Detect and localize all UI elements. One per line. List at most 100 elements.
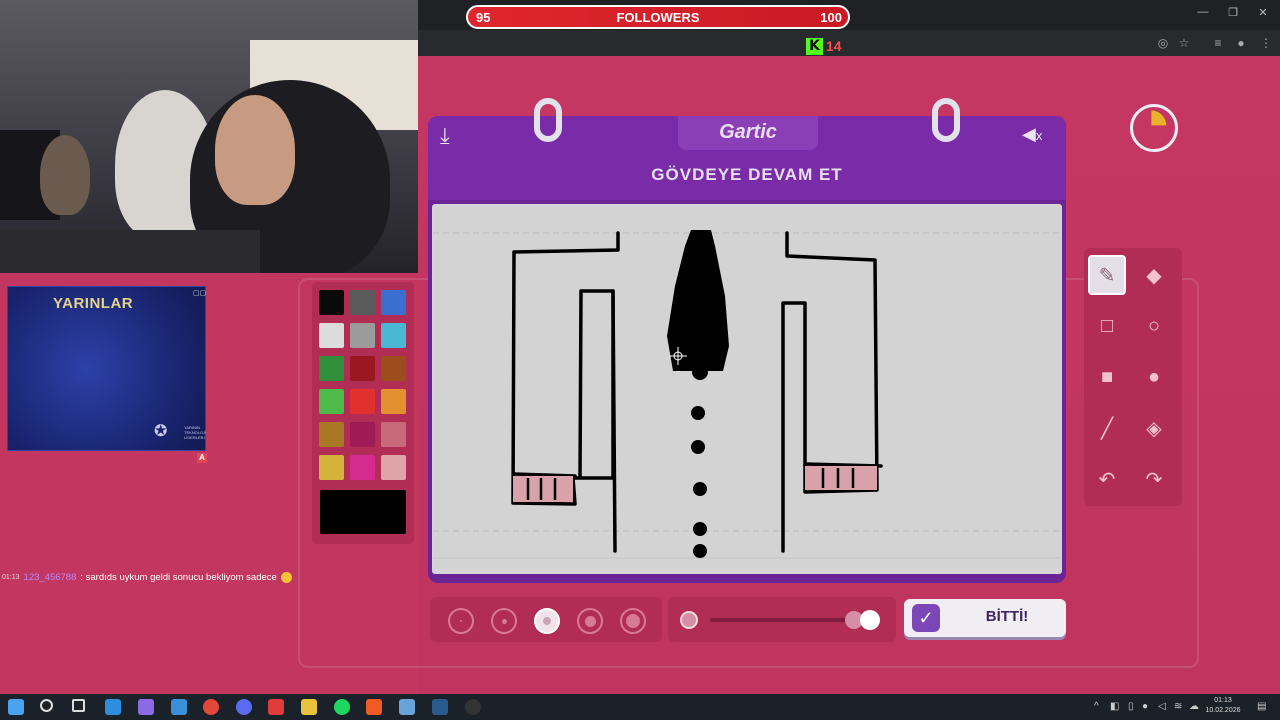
followers-goal-bar: 95 FOLLOWERS 100 — [466, 5, 850, 29]
color-swatch[interactable] — [381, 356, 406, 381]
followers-label: FOLLOWERS — [616, 10, 700, 25]
drawn-button-3 — [691, 440, 705, 454]
color-swatch[interactable] — [350, 290, 375, 315]
mute-icon[interactable]: ◀x — [1022, 124, 1042, 145]
done-button-label: BİTTİ! — [985, 608, 1029, 625]
chat-time: 01:13 — [2, 574, 20, 581]
edge-icon[interactable] — [105, 699, 121, 715]
spotify-icon[interactable] — [334, 699, 350, 715]
chrome-icon[interactable] — [203, 699, 219, 715]
line-icon[interactable]: ╱ — [1088, 408, 1126, 448]
brush-size-option[interactable] — [620, 608, 646, 634]
drawn-stroke-left-sleeve — [511, 231, 620, 506]
mute-x: x — [1035, 128, 1043, 143]
network-app-icon[interactable] — [399, 699, 415, 715]
chevron-up-icon[interactable]: ^ — [1094, 701, 1099, 712]
drawn-tie — [667, 230, 729, 371]
color-swatch[interactable] — [381, 290, 406, 315]
brush-size-option[interactable] — [491, 608, 517, 634]
tray-app-icon[interactable]: ◧ — [1110, 701, 1119, 712]
ellipse-outline-icon[interactable]: ○ — [1135, 306, 1173, 346]
eye-off-icon[interactable]: ◎ — [1155, 36, 1171, 50]
maximize-icon[interactable]: ❐ — [1218, 6, 1248, 19]
opacity-track — [710, 618, 850, 622]
brush-size-dot — [501, 618, 507, 624]
color-swatch[interactable] — [381, 422, 406, 447]
ellipse-filled-icon[interactable]: ● — [1135, 357, 1173, 397]
color-swatch[interactable] — [350, 323, 375, 348]
right-cuff-fill — [805, 466, 877, 490]
color-palette — [312, 282, 414, 544]
cloud-icon[interactable]: ☁ — [1189, 701, 1199, 712]
browser-toolbar — [418, 30, 1280, 56]
store-icon[interactable] — [171, 699, 187, 715]
drawn-stroke-left-cuff — [512, 472, 577, 478]
volume-icon[interactable]: ◁ — [1158, 701, 1166, 712]
color-swatch[interactable] — [319, 422, 344, 447]
drawn-button-5 — [693, 522, 707, 536]
brush-size-option[interactable] — [534, 608, 560, 634]
color-swatch[interactable] — [319, 290, 344, 315]
minimize-icon[interactable]: — — [1188, 6, 1218, 18]
microphone-icon[interactable]: ● — [1142, 701, 1148, 712]
person-front-face — [215, 95, 295, 205]
steam-icon[interactable] — [432, 699, 448, 715]
menu-icon[interactable]: ⋮ — [1258, 36, 1274, 50]
record-icon[interactable] — [268, 699, 284, 715]
brave-icon[interactable] — [366, 699, 382, 715]
pencil-icon[interactable]: ✎ — [1088, 255, 1126, 295]
gartic-logo: Gartic — [719, 121, 777, 143]
file-explorer-icon[interactable] — [301, 699, 317, 715]
windows-start-icon[interactable] — [8, 699, 24, 715]
search-icon[interactable] — [40, 699, 53, 712]
done-button[interactable]: ✓ BİTTİ! — [904, 599, 1066, 637]
color-swatch[interactable] — [319, 356, 344, 381]
discord-icon[interactable] — [236, 699, 252, 715]
color-swatch[interactable] — [319, 323, 344, 348]
notification-icon[interactable]: ▤ — [1257, 701, 1266, 712]
color-swatch[interactable] — [381, 455, 406, 480]
close-icon[interactable]: ✕ — [1248, 6, 1278, 19]
color-swatch[interactable] — [381, 323, 406, 348]
check-icon: ✓ — [912, 604, 940, 632]
drawing-canvas[interactable] — [433, 206, 1061, 568]
brush-size-option[interactable] — [448, 608, 474, 634]
brush-size-option[interactable] — [577, 608, 603, 634]
star-icon[interactable]: ☆ — [1176, 36, 1192, 50]
color-swatch[interactable] — [319, 455, 344, 480]
color-swatch[interactable] — [350, 389, 375, 414]
download-icon[interactable]: ⤓ — [440, 123, 450, 149]
promo-title: YARINLAR — [53, 295, 134, 312]
undo-icon[interactable]: ↶ — [1088, 459, 1126, 499]
taskbar-time: 01:13 — [1214, 697, 1232, 704]
drawn-button-4 — [693, 482, 707, 496]
color-swatch[interactable] — [350, 455, 375, 480]
color-swatch[interactable] — [350, 356, 375, 381]
taskbar-clock[interactable]: 01:13 10.02.2026 — [1198, 696, 1248, 716]
person-left — [40, 135, 90, 215]
rect-outline-icon[interactable]: □ — [1088, 306, 1126, 346]
obs-icon[interactable] — [465, 699, 481, 715]
rect-filled-icon[interactable]: ■ — [1088, 357, 1126, 397]
eraser-icon[interactable]: ◆ — [1135, 255, 1173, 295]
color-swatch[interactable] — [381, 389, 406, 414]
color-swatch[interactable] — [350, 422, 375, 447]
redo-icon[interactable]: ↷ — [1135, 459, 1173, 499]
binder-ring-left — [534, 98, 562, 142]
playlist-icon[interactable]: ≡ — [1210, 36, 1226, 50]
task-view-icon[interactable] — [72, 699, 85, 712]
drawn-button-2 — [691, 406, 705, 420]
promo-footer: YARININ TEKNOLOJİ LİDERLERİ — [184, 425, 207, 440]
drawn-stroke-right-cuff — [803, 462, 883, 468]
copilot-icon[interactable] — [138, 699, 154, 715]
webcam-feed — [0, 0, 418, 273]
opacity-max-marker — [860, 610, 880, 630]
color-swatch[interactable] — [319, 389, 344, 414]
tournament-promo-card: YARINLAR ▢▢ ✪ YARININ TEKNOLOJİ LİDERLER… — [7, 286, 206, 451]
fill-bucket-icon[interactable]: ◈ — [1135, 408, 1173, 448]
tray-battery-icon[interactable]: ▯ — [1128, 701, 1134, 712]
network-icon[interactable]: ≋ — [1174, 701, 1182, 712]
brush-size-dot — [543, 617, 551, 625]
profile-avatar-icon[interactable]: ● — [1233, 36, 1249, 50]
opacity-slider[interactable] — [668, 597, 896, 642]
